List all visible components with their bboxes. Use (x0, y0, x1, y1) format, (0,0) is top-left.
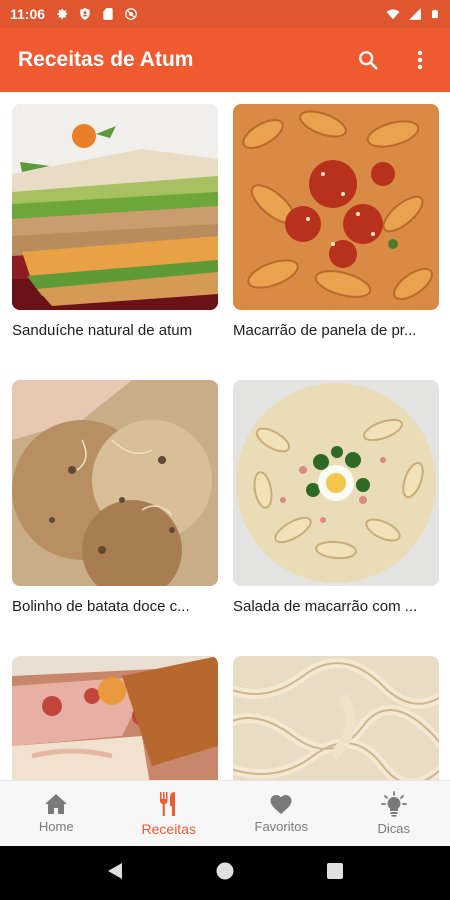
recipe-image (233, 104, 439, 310)
recipe-card[interactable] (233, 656, 439, 780)
recipe-card[interactable]: Bolinho de batata doce c... (12, 380, 218, 615)
lightbulb-icon (380, 791, 407, 817)
app-bar-actions (356, 48, 432, 72)
recipe-title: Salada de macarrão com ... (233, 598, 418, 615)
nav-item-receitas[interactable]: Receitas (113, 781, 226, 846)
shield-icon (80, 8, 90, 20)
recipe-card[interactable]: Salada de macarrão com ... (233, 380, 439, 615)
search-button[interactable] (356, 48, 380, 72)
signal-icon (409, 8, 421, 20)
home-system-button[interactable] (215, 861, 235, 886)
no-disturb-icon (125, 8, 137, 20)
battery-icon (432, 9, 438, 19)
app-bar: Receitas de Atum (0, 28, 450, 92)
nav-item-label: Dicas (377, 821, 410, 836)
home-circle-icon (216, 862, 234, 879)
nav-item-label: Favoritos (254, 819, 308, 834)
page-title: Receitas de Atum (18, 48, 194, 71)
status-system-icons (386, 7, 440, 21)
nav-item-home[interactable]: Home (0, 781, 113, 846)
recipe-card[interactable]: Macarrão de panela de pr... (233, 104, 439, 339)
status-notification-icons (55, 7, 138, 21)
nav-item-favoritos[interactable]: Favoritos (225, 781, 338, 846)
overflow-menu-button[interactable] (408, 48, 432, 72)
recipe-card[interactable]: Sanduíche natural de atum (12, 104, 218, 339)
heart-icon (270, 795, 292, 814)
recipe-title: Macarrão de panela de pr... (233, 322, 417, 339)
recipe-image (12, 104, 218, 310)
system-navigation-bar (0, 846, 450, 900)
recipe-title: Bolinho de batata doce c... (12, 598, 190, 615)
more-vert-icon (417, 50, 423, 70)
recipe-image (233, 656, 439, 780)
nav-item-label: Home (38, 819, 74, 834)
status-bar: 11:06 (0, 0, 450, 28)
back-icon (107, 862, 122, 879)
back-button[interactable] (106, 861, 124, 886)
nav-item-label: Receitas (141, 820, 196, 837)
search-icon (359, 51, 378, 70)
recents-button[interactable] (326, 862, 344, 885)
sd-card-icon (103, 8, 113, 20)
recipe-title: Sanduíche natural de atum (12, 322, 193, 339)
recipe-image (12, 380, 218, 586)
recents-icon (327, 862, 344, 879)
recipe-image (233, 380, 439, 586)
recipe-card[interactable] (12, 656, 218, 780)
bottom-navigation: Home Receitas Favoritos Dicas (0, 780, 450, 846)
settings-icon (57, 8, 68, 19)
recipe-image (12, 656, 218, 780)
nav-item-dicas[interactable]: Dicas (338, 781, 450, 846)
status-time: 11:06 (10, 6, 46, 22)
cutlery-icon (159, 791, 175, 816)
recipe-grid: Sanduíche natural de atum Macarrão de pa… (0, 92, 450, 780)
home-icon (45, 794, 68, 814)
wifi-icon (386, 9, 400, 20)
